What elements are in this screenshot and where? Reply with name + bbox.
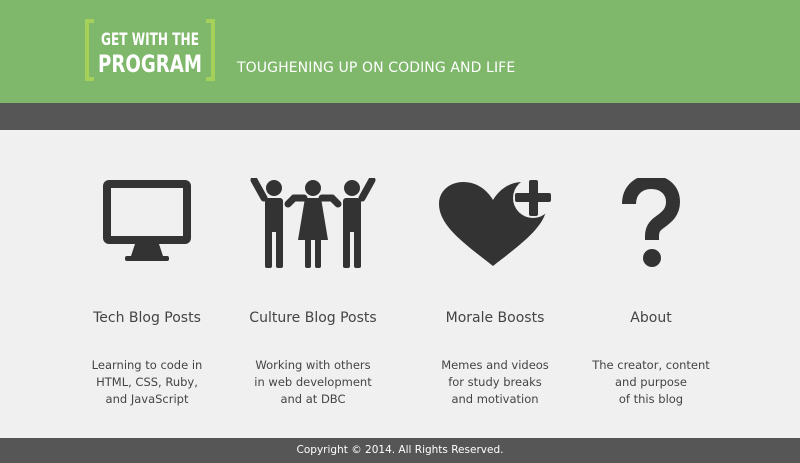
logo-line2: PROGRAM — [98, 50, 202, 78]
site-header: GET WITH THE PROGRAM TOUGHENING UP ON CO… — [0, 0, 800, 103]
question-mark-icon — [556, 178, 746, 273]
card-culture-blog[interactable]: Culture Blog Posts Working with others i… — [218, 130, 408, 438]
card-description-line: and purpose — [614, 375, 687, 389]
card-description-line: The creator, content — [592, 358, 710, 372]
card-description-line: of this blog — [618, 392, 684, 406]
nav-bar — [0, 103, 800, 130]
card-description-line: Learning to code in — [91, 358, 203, 372]
card-description: Learning to code in HTML, CSS, Ruby, and… — [52, 357, 242, 408]
card-description: Working with others in web development a… — [218, 357, 408, 408]
card-tech-blog[interactable]: Tech Blog Posts Learning to code in HTML… — [52, 130, 242, 438]
card-description-line: HTML, CSS, Ruby, — [96, 375, 198, 389]
card-description-line: and JavaScript — [105, 392, 189, 406]
copyright-text: Copyright © 2014. All Rights Reserved. — [296, 444, 504, 456]
card-title: Tech Blog Posts — [93, 310, 201, 326]
card-description-line: in web development — [254, 375, 372, 389]
site-logo[interactable]: GET WITH THE PROGRAM — [85, 18, 215, 82]
main-content: Tech Blog Posts Learning to code in HTML… — [0, 130, 800, 438]
card-title: Culture Blog Posts — [249, 310, 377, 326]
card-title: About — [630, 310, 672, 326]
card-description: The creator, content and purpose of this… — [556, 357, 746, 408]
site-tagline: TOUGHENING UP ON CODING AND LIFE — [237, 60, 516, 76]
logo-line1: GET WITH THE — [101, 30, 199, 50]
people-icon — [218, 178, 408, 273]
card-about[interactable]: About The creator, content and purpose o… — [556, 130, 746, 438]
site-footer: Copyright © 2014. All Rights Reserved. — [0, 438, 800, 463]
card-description-line: and at DBC — [280, 392, 346, 406]
monitor-icon — [52, 178, 242, 273]
card-description-line: Working with others — [255, 358, 371, 372]
